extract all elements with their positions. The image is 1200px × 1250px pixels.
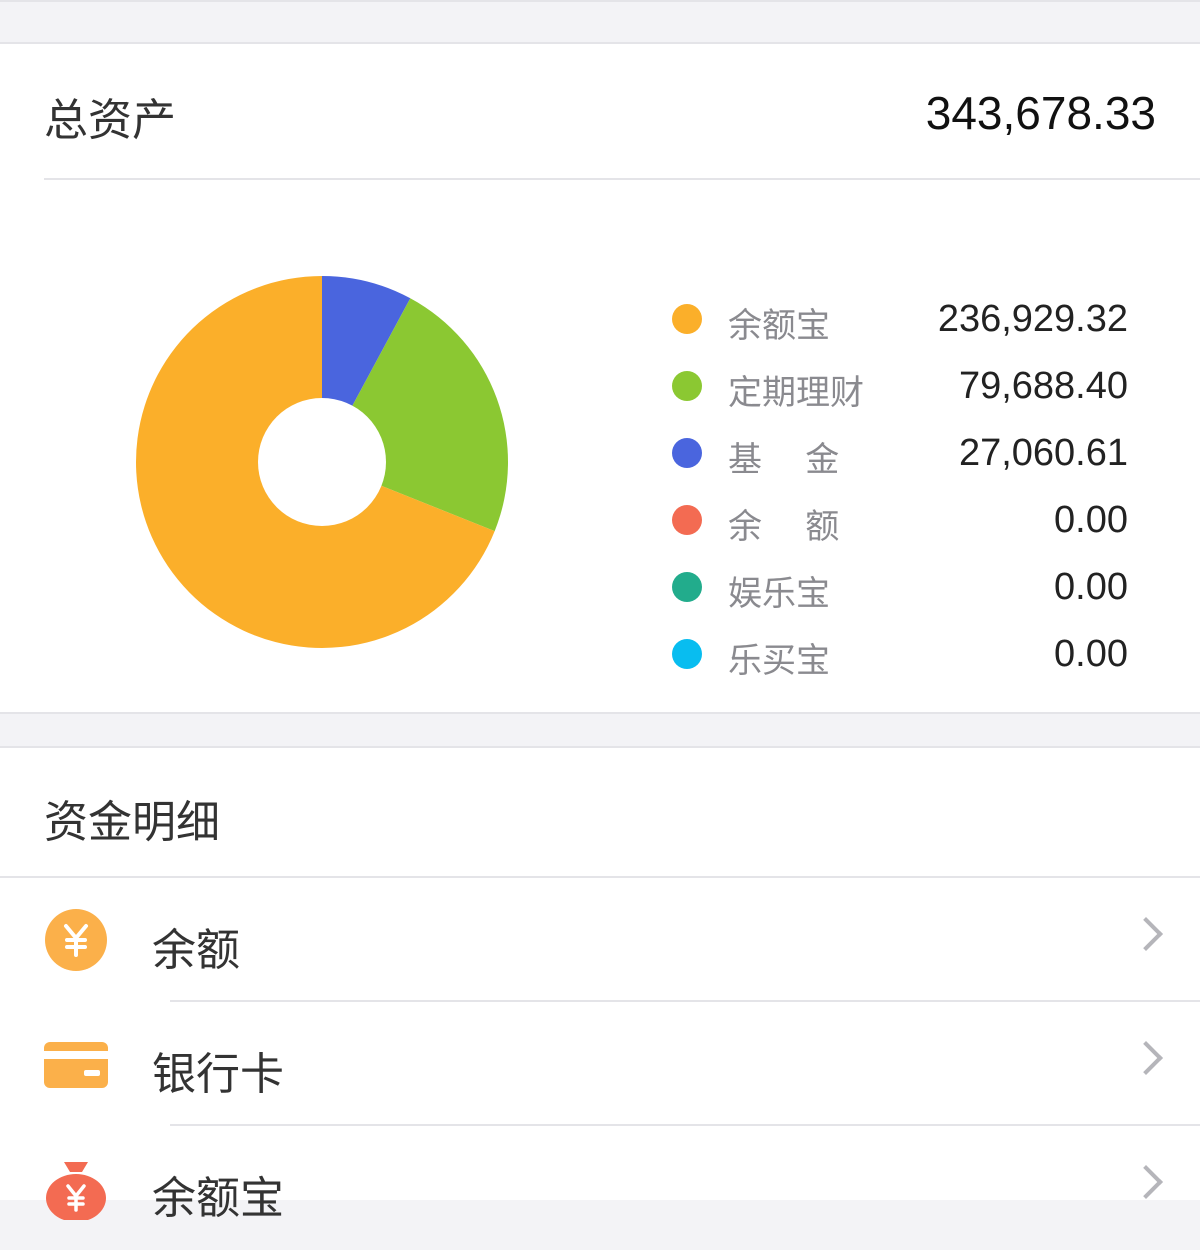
divider — [44, 178, 1200, 180]
legend-value: 0.00 — [1054, 499, 1128, 541]
chevron-right-icon — [1129, 1041, 1163, 1075]
list-item-yuebao[interactable]: 余额宝 — [0, 1126, 1200, 1250]
chevron-right-icon — [1129, 917, 1163, 951]
legend-value: 0.00 — [1054, 633, 1128, 675]
legend-dot-icon — [672, 505, 702, 535]
legend-dot-icon — [672, 304, 702, 334]
list-item-label: 银行卡 — [152, 1049, 284, 1100]
legend-label: 余额宝 — [728, 306, 830, 346]
legend-label: 基 金 — [728, 440, 840, 480]
legend-label: 余 额 — [728, 507, 840, 547]
total-assets-value: 343,678.33 — [925, 87, 1156, 139]
legend-item: 娱乐宝 0.00 — [670, 552, 1130, 619]
legend-item: 余额宝 236,929.32 — [670, 284, 1130, 351]
legend-item: 基 金 27,060.61 — [670, 418, 1130, 485]
donut-hole — [258, 398, 386, 526]
bank-card-icon — [44, 1042, 108, 1088]
legend-value: 27,060.61 — [958, 432, 1128, 474]
total-assets-row[interactable]: 总资产 343,678.33 — [0, 44, 1200, 180]
list-item-label: 余额 — [152, 925, 240, 976]
legend-item: 余 额 0.00 — [670, 485, 1130, 552]
asset-donut-chart — [136, 276, 508, 648]
list-item-label: 余额宝 — [152, 1173, 284, 1224]
legend-dot-icon — [672, 438, 702, 468]
fund-details-title: 资金明细 — [44, 797, 220, 848]
legend-item: 乐买宝 0.00 — [670, 619, 1130, 686]
top-spacer — [0, 0, 1200, 42]
list-item-bank-card[interactable]: 银行卡 — [0, 1002, 1200, 1126]
chevron-right-icon — [1129, 1165, 1163, 1199]
chart-legend: 余额宝 236,929.32 定期理财 79,688.40 基 金 27,060… — [670, 284, 1130, 686]
total-assets-label: 总资产 — [44, 95, 176, 146]
yuan-coin-icon — [45, 909, 107, 971]
fund-details-card: 资金明细 余额 银行卡 余额宝 — [0, 746, 1200, 1224]
legend-label: 乐买宝 — [728, 641, 830, 681]
legend-dot-icon — [672, 371, 702, 401]
legend-dot-icon — [672, 572, 702, 602]
money-bag-icon — [46, 1162, 106, 1220]
legend-label: 定期理财 — [728, 373, 864, 413]
legend-label: 娱乐宝 — [728, 574, 830, 614]
legend-value: 0.00 — [1054, 566, 1128, 608]
assets-card: 总资产 343,678.33 余额宝 236,929.32 定期理财 79,68… — [0, 42, 1200, 714]
legend-value: 79,688.40 — [958, 365, 1128, 407]
legend-item: 定期理财 79,688.40 — [670, 351, 1130, 418]
legend-value: 236,929.32 — [937, 298, 1128, 340]
list-item-balance[interactable]: 余额 — [0, 878, 1200, 1002]
legend-dot-icon — [672, 639, 702, 669]
